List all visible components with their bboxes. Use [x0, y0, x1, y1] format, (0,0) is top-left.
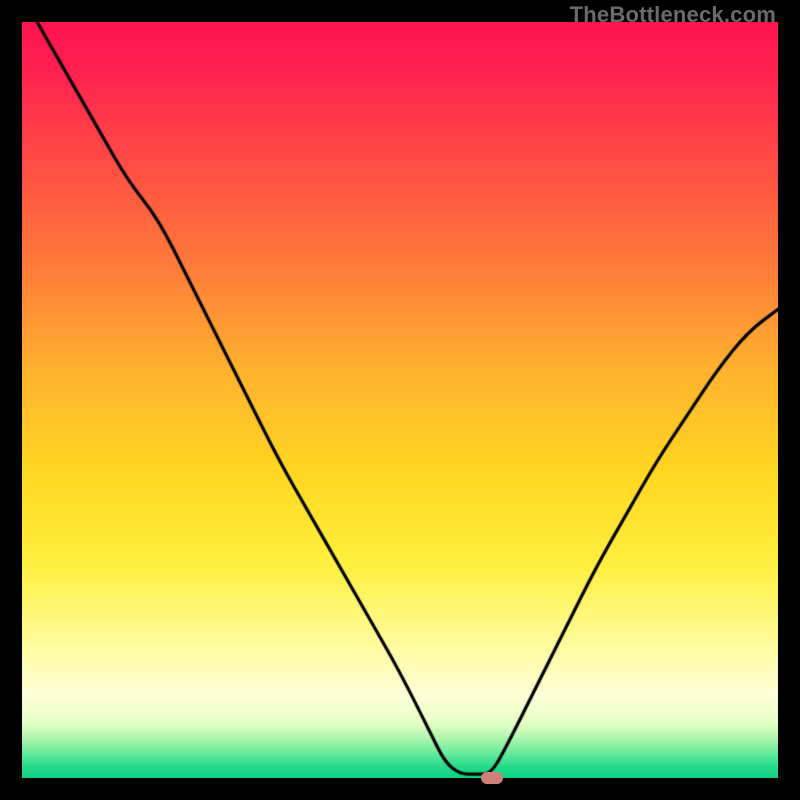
optimum-marker: [481, 772, 503, 784]
chart-frame: [22, 22, 778, 778]
bottleneck-curve: [22, 22, 778, 778]
